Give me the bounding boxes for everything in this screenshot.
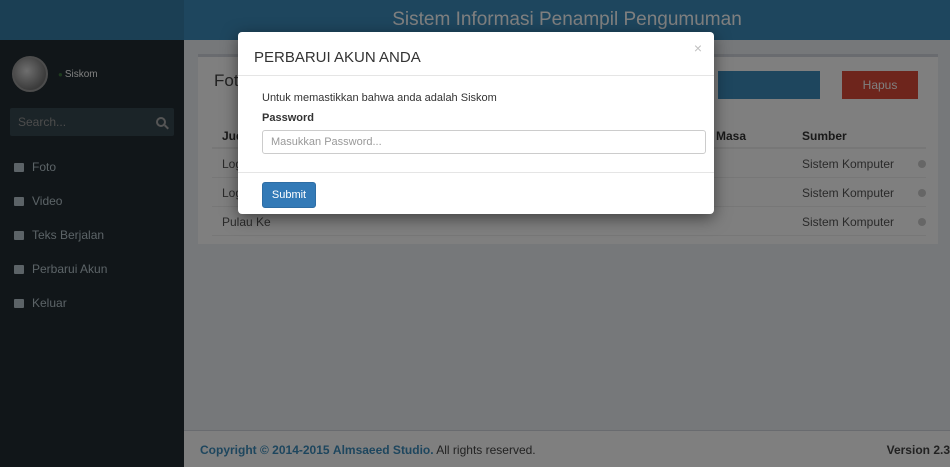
modal-footer: Submit bbox=[238, 172, 714, 214]
modal-title: PERBARUI AKUN ANDA bbox=[254, 49, 421, 66]
modal-header: PERBARUI AKUN ANDA × bbox=[238, 32, 714, 76]
modal-body: Untuk memastikkan bahwa anda adalah Sisk… bbox=[238, 76, 714, 154]
password-field[interactable] bbox=[262, 130, 706, 154]
modal-description: Untuk memastikkan bahwa anda adalah Sisk… bbox=[262, 92, 497, 104]
password-label: Password bbox=[262, 112, 314, 124]
close-icon[interactable]: × bbox=[694, 40, 702, 56]
update-account-modal: PERBARUI AKUN ANDA × Untuk memastikkan b… bbox=[238, 32, 714, 214]
submit-button[interactable]: Submit bbox=[262, 182, 316, 208]
